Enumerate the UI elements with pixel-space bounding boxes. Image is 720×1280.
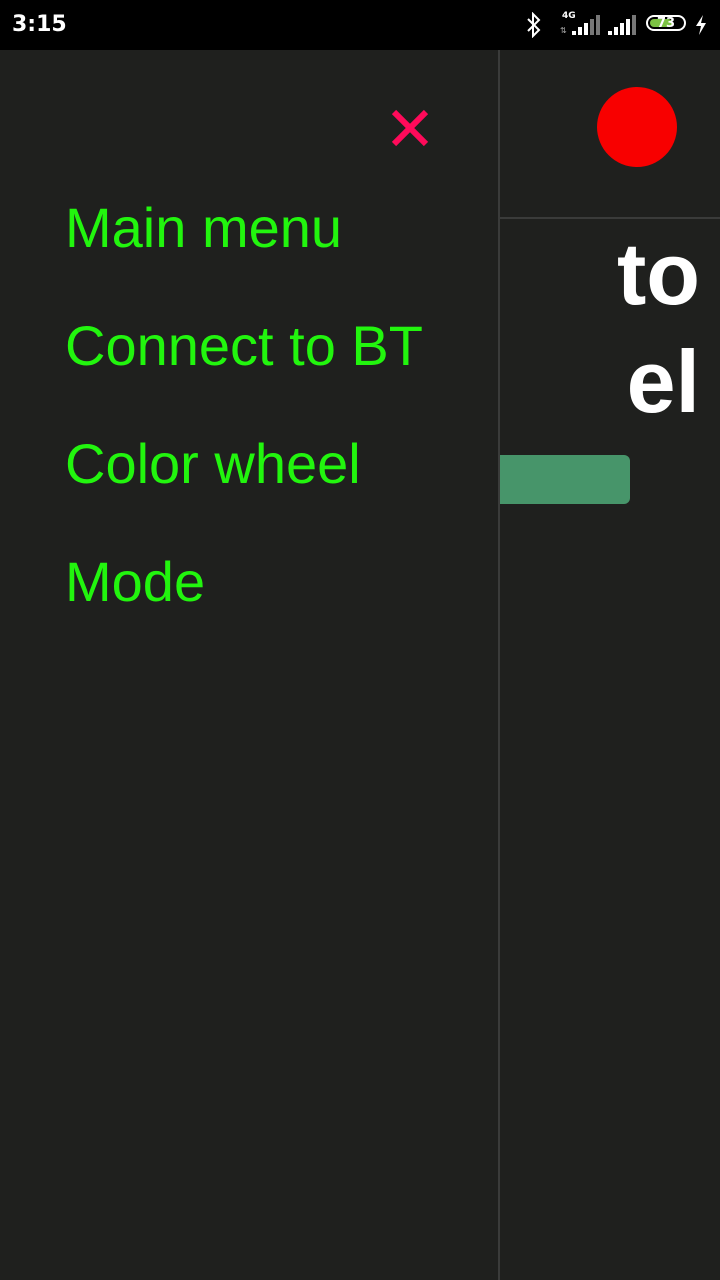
close-button[interactable] (386, 104, 434, 152)
menu-item-mode[interactable]: Mode (65, 544, 423, 662)
status-bar: 3:15 4G ⇅ 73 (0, 0, 720, 50)
menu-item-main-menu[interactable]: Main menu (65, 190, 423, 308)
menu-item-color-wheel[interactable]: Color wheel (65, 426, 423, 544)
header-divider (500, 217, 720, 219)
battery-icon: 73 (646, 15, 686, 31)
data-arrows-icon: ⇅ (560, 26, 567, 35)
status-time: 3:15 (12, 12, 67, 37)
record-indicator[interactable] (597, 87, 677, 167)
menu-item-connect-bt[interactable]: Connect to BT (65, 308, 423, 426)
battery-level: 73 (656, 16, 676, 31)
status-icons: 4G ⇅ 73 (520, 0, 720, 50)
drawer-menu: Main menu Connect to BT Color wheel Mode (65, 190, 423, 662)
close-icon (391, 109, 429, 147)
signal-icon (572, 15, 600, 35)
bluetooth-icon (527, 12, 541, 38)
signal-icon (608, 15, 636, 35)
navigation-drawer: Main menu Connect to BT Color wheel Mode (0, 50, 500, 1280)
charging-icon (696, 15, 706, 35)
